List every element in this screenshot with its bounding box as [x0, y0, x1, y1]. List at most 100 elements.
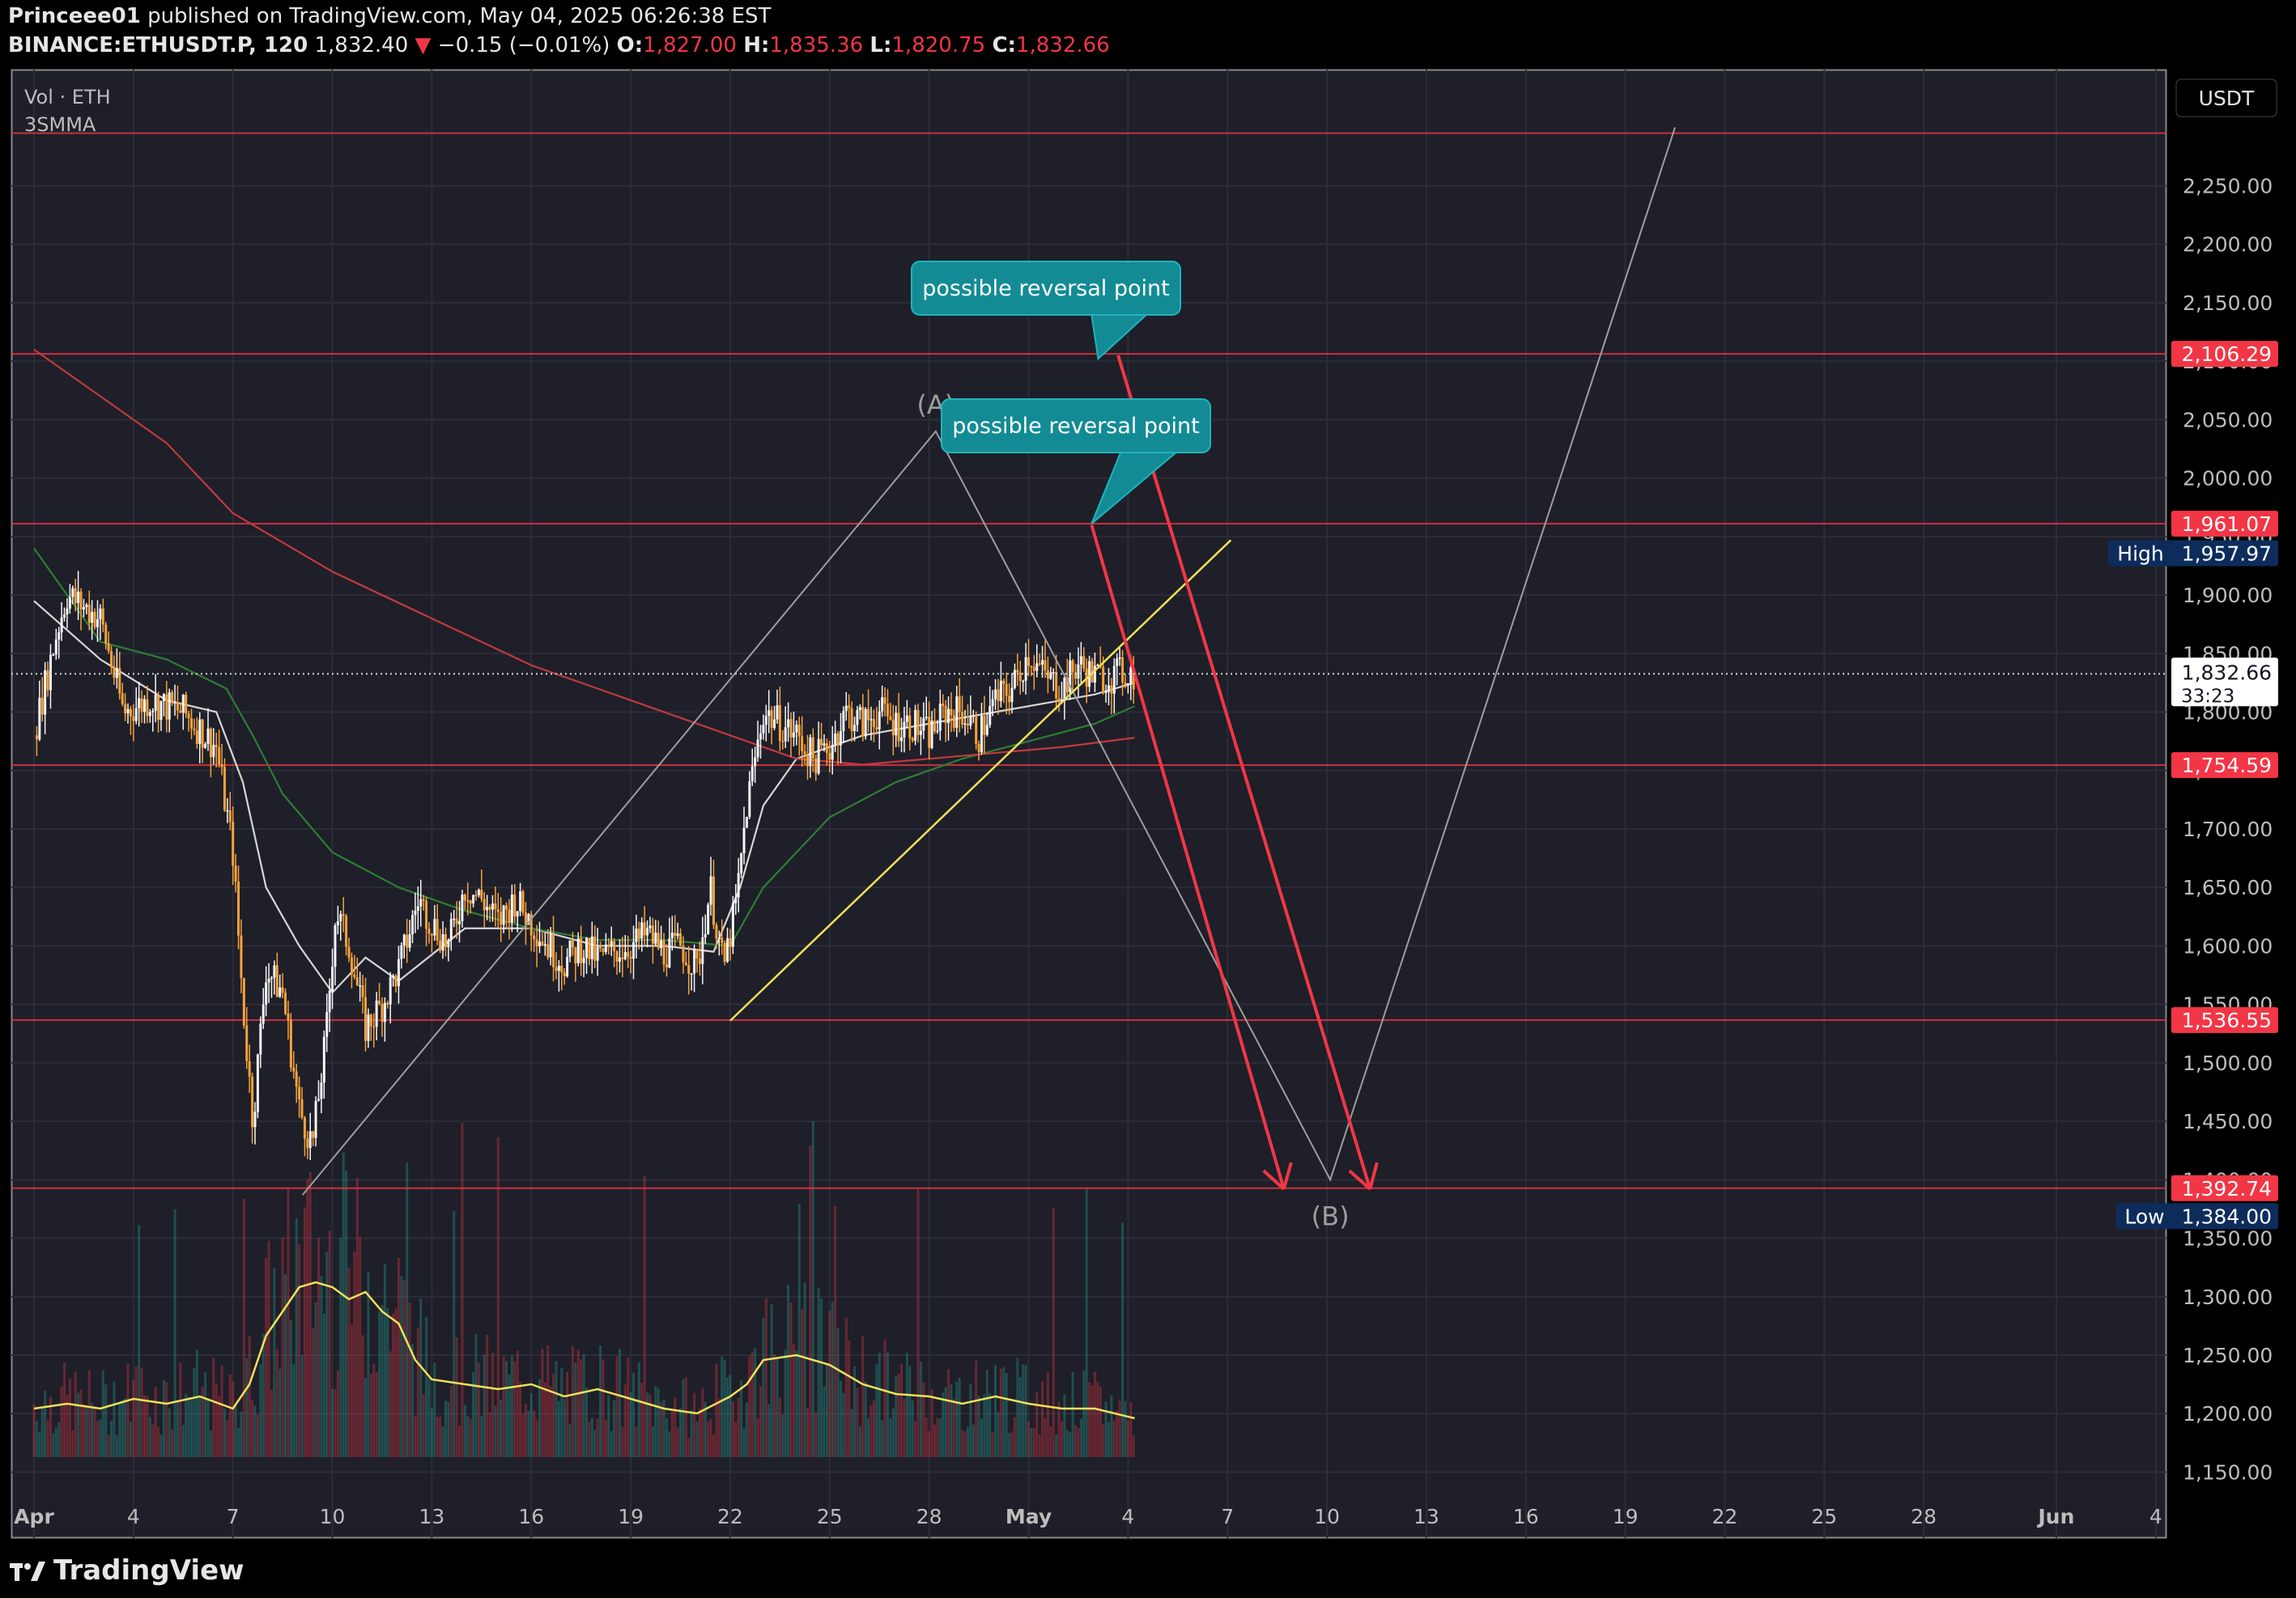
volume-bar	[480, 1416, 483, 1457]
volume-bar	[1060, 1421, 1063, 1457]
candle-body	[411, 915, 415, 935]
candle-body	[209, 729, 212, 758]
volume-bar	[750, 1351, 754, 1457]
candle-body	[93, 611, 96, 627]
volume-bar	[386, 1308, 389, 1457]
volume-bar	[571, 1345, 574, 1457]
volume-bar	[712, 1434, 715, 1457]
volume-bar	[529, 1393, 533, 1457]
volume-bar	[408, 1302, 411, 1457]
candle-body	[278, 987, 282, 997]
volume-bar	[267, 1240, 270, 1457]
volume-bar	[908, 1366, 912, 1457]
candle-body	[670, 933, 674, 939]
candle-body	[695, 950, 699, 959]
y-tick-label: 1,300.00	[2183, 1286, 2273, 1309]
candle-body	[381, 1004, 384, 1022]
y-tick-label: 1,350.00	[2183, 1227, 2273, 1251]
volume-bar	[607, 1395, 610, 1457]
candle-body	[461, 895, 464, 921]
candle-body	[848, 705, 851, 708]
volume-bar	[261, 1333, 265, 1457]
candle-body	[966, 723, 969, 726]
volume-bar	[999, 1368, 1002, 1457]
volume-bar	[414, 1416, 417, 1457]
candle-body	[582, 958, 585, 963]
candle-body	[574, 947, 577, 963]
candle-body	[206, 729, 210, 745]
volume-bar	[834, 1205, 837, 1457]
volume-bar	[836, 1328, 840, 1457]
volume-bar	[950, 1383, 953, 1457]
volume-bar	[173, 1209, 176, 1457]
price-chart[interactable]: 2,250.002,200.002,150.002,100.002,050.00…	[0, 0, 2296, 1598]
volume-bar	[1074, 1425, 1078, 1457]
volume-bar	[162, 1379, 165, 1457]
volume-bar	[566, 1371, 569, 1457]
currency-button[interactable]: USDT	[2175, 79, 2277, 117]
x-tick-label: 10	[1314, 1505, 1340, 1528]
volume-bar	[944, 1387, 947, 1457]
candle-body	[952, 715, 955, 728]
candle-body	[665, 964, 668, 968]
candle-body	[947, 708, 950, 724]
volume-bar	[38, 1431, 41, 1457]
volume-indicator-label: Vol · ETH	[24, 86, 111, 108]
x-tick-label: 28	[1911, 1505, 1937, 1528]
candle-body	[115, 668, 118, 678]
candle-body	[474, 895, 478, 897]
volume-bar	[947, 1369, 950, 1457]
candle-body	[187, 713, 190, 719]
volume-bar	[1057, 1401, 1061, 1457]
volume-bar	[1102, 1424, 1105, 1457]
volume-bar	[1104, 1401, 1108, 1457]
candle-body	[165, 694, 168, 720]
volume-bar	[148, 1417, 151, 1457]
candle-body	[190, 718, 193, 729]
candle-body	[308, 1131, 312, 1149]
candle-body	[79, 591, 83, 610]
volume-bar	[143, 1395, 146, 1457]
volume-bar	[1096, 1382, 1099, 1457]
candle-body	[635, 929, 638, 942]
volume-bar	[842, 1392, 845, 1457]
volume-bar	[1107, 1422, 1110, 1457]
candle-body	[126, 708, 130, 714]
candle-body	[463, 895, 466, 901]
volume-bar	[433, 1362, 436, 1457]
candle-body	[491, 903, 494, 910]
volume-bar	[101, 1370, 104, 1457]
candle-body	[228, 810, 232, 822]
candle-body	[345, 916, 348, 947]
volume-bar	[795, 1350, 798, 1457]
candle-body	[668, 938, 671, 968]
candle-body	[383, 1002, 386, 1022]
volume-bar	[1063, 1394, 1066, 1457]
candle-body	[369, 1014, 372, 1026]
volume-bar	[1082, 1371, 1086, 1457]
candle-body	[709, 876, 712, 905]
candle-body	[654, 933, 657, 944]
volume-bar	[1052, 1207, 1055, 1457]
volume-bar	[259, 1364, 262, 1457]
level-price-text: 2,106.29	[2182, 342, 2272, 366]
level-price-text: 1,392.74	[2182, 1177, 2272, 1201]
volume-bar	[593, 1430, 597, 1457]
candle-body	[717, 937, 721, 939]
volume-bar	[32, 1404, 36, 1457]
candle-body	[193, 729, 196, 731]
candle-body	[40, 697, 44, 715]
volume-bar	[930, 1388, 933, 1457]
volume-bar	[952, 1398, 955, 1457]
candle-body	[750, 766, 754, 782]
candle-body	[38, 697, 41, 740]
candle-body	[985, 725, 989, 735]
candle-body	[54, 640, 57, 655]
x-tick-label: 4	[1121, 1505, 1134, 1528]
volume-bar	[364, 1378, 367, 1457]
candle-body	[251, 1076, 254, 1128]
volume-bar	[759, 1386, 762, 1457]
candle-body	[1102, 666, 1105, 693]
volume-bar	[256, 1414, 259, 1457]
candle-body	[679, 933, 682, 946]
